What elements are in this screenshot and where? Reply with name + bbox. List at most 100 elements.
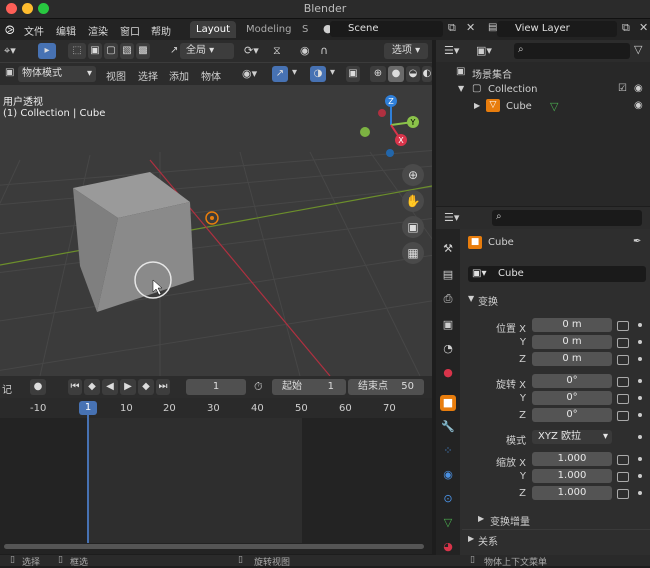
- keyframe-dot-icon[interactable]: [638, 491, 642, 495]
- pan-hand-icon[interactable]: ✋: [402, 190, 424, 212]
- overlays-icon[interactable]: ◑: [310, 66, 326, 82]
- menu-edit[interactable]: 编辑: [56, 23, 76, 38]
- cube-expand-icon[interactable]: ▶: [474, 101, 480, 110]
- remove-view-layer-icon[interactable]: ✕: [639, 21, 648, 34]
- menu-window[interactable]: 窗口: [120, 23, 140, 38]
- physics-tab-icon[interactable]: ◉: [440, 467, 456, 483]
- keyframe-dot-icon[interactable]: [638, 435, 642, 439]
- object-browse-icon[interactable]: ▣▾: [472, 266, 486, 282]
- transform-panel-header[interactable]: 变换: [478, 293, 498, 308]
- menu-help[interactable]: 帮助: [151, 23, 171, 38]
- delta-expand-icon[interactable]: ▶: [478, 514, 484, 523]
- select-intersect-icon[interactable]: ▩: [136, 43, 150, 59]
- jump-start-button[interactable]: ⏮: [68, 379, 82, 395]
- rotation-x-field[interactable]: 0°: [532, 374, 612, 388]
- select-extend-icon[interactable]: ▣: [88, 43, 102, 59]
- rotation-mode-dropdown[interactable]: XYZ 欧拉 ▾: [532, 430, 612, 444]
- camera-icon[interactable]: ▣: [402, 216, 424, 238]
- xray-icon[interactable]: ▣: [346, 66, 360, 82]
- lock-icon[interactable]: [617, 411, 629, 421]
- new-scene-icon[interactable]: ⧉: [448, 21, 456, 35]
- overlays-dropdown-icon[interactable]: ▾: [330, 67, 335, 78]
- gizmo-dropdown-icon[interactable]: ▾: [292, 67, 297, 78]
- collection-label[interactable]: Collection: [488, 84, 537, 95]
- ortho-grid-icon[interactable]: ▦: [402, 242, 424, 264]
- editor-type-icon[interactable]: ⌖▾: [4, 44, 16, 58]
- solid-shading-icon[interactable]: ●: [388, 66, 404, 82]
- jump-end-button[interactable]: ⏭: [156, 379, 170, 395]
- timeline-editor[interactable]: 记 ● ⏮ ◆ ◀ ▶ ◆ ⏭ 1 ⏱ 起始 1 结束点 50 -10 1 10…: [0, 376, 432, 554]
- view-layer-field[interactable]: View Layer: [497, 21, 617, 37]
- mesh-data-icon[interactable]: ▽: [550, 100, 558, 113]
- collection-visibility-icon[interactable]: ◉: [634, 83, 643, 94]
- select-box-mode-icon[interactable]: ⬚: [68, 43, 86, 59]
- scale-z-field[interactable]: 1.000: [532, 486, 612, 500]
- delta-transform-panel-header[interactable]: 变换增量: [490, 513, 530, 528]
- lock-icon[interactable]: [617, 338, 629, 348]
- outliner-editor-icon[interactable]: ☰▾: [444, 44, 459, 57]
- falloff-icon[interactable]: ∩: [320, 44, 328, 57]
- modifier-tab-icon[interactable]: 🔧: [440, 419, 456, 435]
- keyframe-dot-icon[interactable]: [638, 379, 642, 383]
- keyframe-dot-icon[interactable]: [638, 396, 642, 400]
- select-tool-button[interactable]: ▸: [38, 43, 56, 59]
- keyframe-dot-icon[interactable]: [638, 413, 642, 417]
- timeline-menu-label[interactable]: 记: [2, 381, 12, 396]
- playhead-line[interactable]: [87, 412, 89, 543]
- lock-icon[interactable]: [617, 472, 629, 482]
- collection-expand-icon[interactable]: ▼: [458, 84, 464, 93]
- tab-layout[interactable]: Layout: [190, 21, 236, 38]
- play-reverse-button[interactable]: ◀: [102, 379, 118, 395]
- cube-visibility-icon[interactable]: ◉: [634, 100, 643, 111]
- lock-icon[interactable]: [617, 455, 629, 465]
- tab-modeling[interactable]: Modeling: [240, 21, 298, 38]
- world-tab-icon[interactable]: ●: [440, 365, 456, 381]
- lock-icon[interactable]: [617, 377, 629, 387]
- outliner-cube-label[interactable]: Cube: [506, 101, 532, 112]
- options-dropdown[interactable]: 选项 ▾: [384, 43, 428, 59]
- collection-checkbox-icon[interactable]: ☑: [618, 83, 627, 94]
- relations-panel-header[interactable]: 关系: [478, 533, 498, 548]
- scene-collection-label[interactable]: 场景集合: [472, 66, 512, 81]
- lock-icon[interactable]: [617, 394, 629, 404]
- record-button[interactable]: ●: [30, 379, 46, 395]
- tool-tab-icon[interactable]: ⚒: [440, 241, 456, 257]
- scene-tab-icon[interactable]: ◔: [440, 341, 456, 357]
- menu-select[interactable]: 选择: [138, 68, 158, 83]
- properties-editor-icon[interactable]: ☰▾: [444, 211, 459, 224]
- next-keyframe-button[interactable]: ◆: [138, 379, 154, 395]
- data-tab-icon[interactable]: ▽: [440, 515, 456, 531]
- relations-expand-icon[interactable]: ▶: [468, 534, 474, 543]
- object-tab-icon[interactable]: ■: [440, 395, 456, 411]
- particles-tab-icon[interactable]: ⁘: [440, 443, 456, 459]
- lock-icon[interactable]: [617, 355, 629, 365]
- object-datablock-field[interactable]: ▣▾ Cube: [468, 266, 646, 282]
- rotation-z-field[interactable]: 0°: [532, 408, 612, 422]
- navigation-gizmo[interactable]: Z Y X: [357, 95, 427, 165]
- tab-more[interactable]: S: [296, 21, 314, 38]
- menu-render[interactable]: 渲染: [88, 23, 108, 38]
- gizmo-toggle-icon[interactable]: ↗: [272, 66, 288, 82]
- menu-add[interactable]: 添加: [169, 68, 189, 83]
- keyframe-dot-icon[interactable]: [638, 357, 642, 361]
- filter-icon[interactable]: ▽: [634, 43, 642, 56]
- properties-search-input[interactable]: [492, 210, 642, 226]
- scale-x-field[interactable]: 1.000: [532, 452, 612, 466]
- pin-icon[interactable]: ✒: [633, 236, 641, 247]
- rotation-y-field[interactable]: 0°: [532, 391, 612, 405]
- constraints-tab-icon[interactable]: ⊙: [440, 491, 456, 507]
- 3d-viewport[interactable]: ⌖▾ ▸ ⬚ ▣ ▢ ▧ ▩ ↗ 全局 ▾ ⟳▾ ⧖ ◉ ∩ 选项 ▾ ▣ 物体…: [0, 40, 432, 376]
- keyframe-dot-icon[interactable]: [638, 323, 642, 327]
- keyframe-dot-icon[interactable]: [638, 474, 642, 478]
- output-tab-icon[interactable]: ⎙: [440, 291, 456, 307]
- timeline-ruler[interactable]: -10 1 10 20 30 40 50 60 70: [0, 398, 432, 418]
- select-subtract-icon[interactable]: ▢: [104, 43, 118, 59]
- outliner-search-input[interactable]: [514, 43, 630, 59]
- pivot-point-icon[interactable]: ⟳▾: [244, 44, 259, 57]
- keyframe-dot-icon[interactable]: [638, 340, 642, 344]
- timeline-scrollbar[interactable]: [4, 544, 424, 549]
- lock-icon[interactable]: [617, 489, 629, 499]
- remove-scene-icon[interactable]: ✕: [466, 21, 475, 34]
- menu-view[interactable]: 视图: [106, 68, 126, 83]
- display-mode-icon[interactable]: ▣▾: [476, 44, 492, 57]
